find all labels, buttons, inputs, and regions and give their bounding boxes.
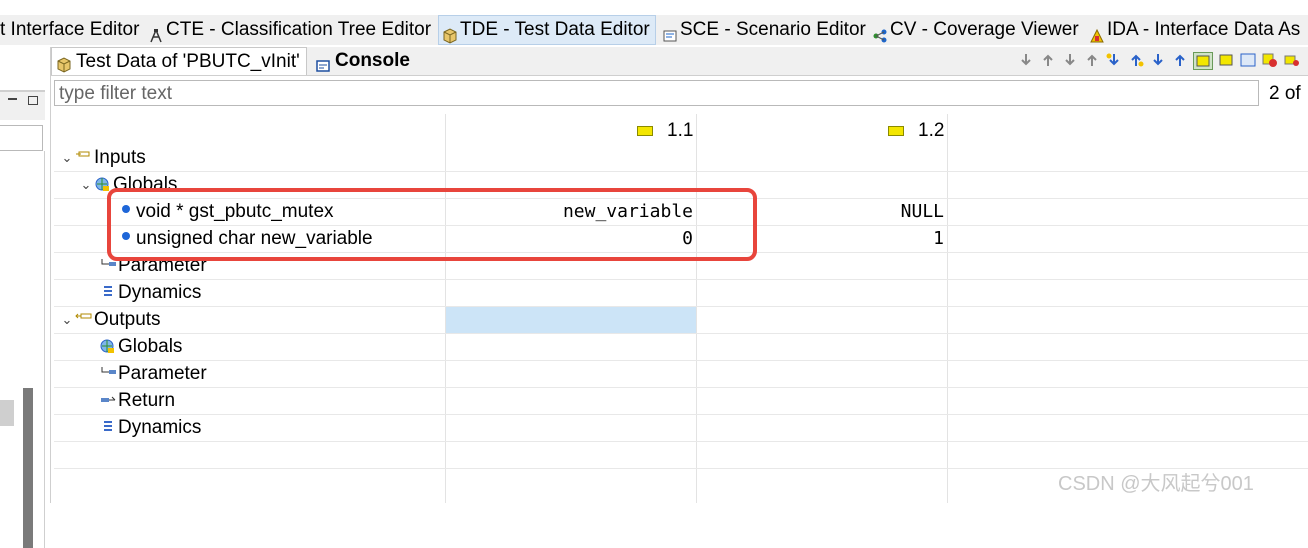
move-up-all-icon[interactable] [1083, 52, 1101, 68]
tab-label: Test Data of 'PBUTC_vInit' [76, 50, 300, 72]
row-separator [54, 414, 1308, 415]
tab-label: Console [335, 49, 410, 71]
expand-down-icon[interactable] [1105, 52, 1123, 68]
row-separator [54, 171, 1308, 172]
tree-item-label: Parameter [118, 363, 207, 384]
column-header-1-1[interactable]: 1.1 [637, 120, 693, 142]
move-up-icon[interactable] [1039, 52, 1057, 68]
perspective-tab-tde[interactable]: TDE - Test Data Editor [438, 15, 656, 45]
tree-item-label: Dynamics [118, 282, 202, 303]
console-icon [316, 54, 330, 72]
perspective-tab-cte[interactable]: CTE - Classification Tree Editor [148, 15, 431, 45]
perspective-tab-sce[interactable]: SCE - Scenario Editor [662, 15, 866, 45]
highlight-annotation-box [107, 188, 757, 261]
tree-item-label: Outputs [94, 309, 161, 330]
row-separator [54, 360, 1308, 361]
tree-item-label: Inputs [94, 147, 146, 168]
row-separator [54, 387, 1308, 388]
expand-up-icon[interactable] [1127, 52, 1145, 68]
left-panel-input[interactable] [0, 125, 43, 151]
layout-row-icon[interactable] [1217, 52, 1235, 68]
left-panel-scroll-marker [0, 400, 14, 426]
filter-count: 2 of [1269, 83, 1301, 104]
perspective-tab-cv[interactable]: CV - Coverage Viewer [872, 15, 1079, 45]
dynamics-icon [99, 419, 117, 437]
layout-table-icon[interactable] [1239, 52, 1257, 68]
tab-test-data[interactable]: Test Data of 'PBUTC_vInit' [51, 47, 307, 75]
delete-all-icon[interactable] [1283, 52, 1301, 68]
chevron-down-icon[interactable]: ⌄ [59, 312, 75, 328]
watermark: CSDN @大风起兮001 [1058, 473, 1254, 495]
perspective-tab-label: t Interface Editor [0, 19, 140, 40]
cte-icon [148, 23, 163, 42]
column-header-label: 1.2 [918, 120, 945, 141]
perspective-tab-ida[interactable]: IDA - Interface Data As [1089, 15, 1300, 45]
move-down-all-icon[interactable] [1061, 52, 1079, 68]
column-header-1-2[interactable]: 1.2 [888, 120, 944, 142]
dynamics-icon [99, 284, 117, 302]
parameter-icon [99, 365, 117, 383]
column-separator [947, 114, 948, 503]
perspective-tab-label: IDA - Interface Data As [1107, 19, 1301, 40]
view-tab-bar: Test Data of 'PBUTC_vInit' Console [51, 47, 1308, 76]
left-panel [0, 45, 45, 548]
selected-cell[interactable] [446, 307, 696, 333]
left-panel-header [0, 92, 45, 120]
delete-testcase-icon[interactable] [1261, 52, 1279, 68]
filter-input[interactable]: type filter text [54, 80, 1259, 106]
minimize-icon[interactable] [8, 98, 17, 100]
ida-icon [1089, 23, 1104, 42]
test-data-icon [56, 54, 72, 73]
chevron-down-icon[interactable]: ⌄ [78, 177, 94, 193]
perspective-tab-label: TDE - Test Data Editor [460, 19, 650, 40]
column-separator [696, 114, 697, 503]
tree-item-outputs-return[interactable]: Return [99, 388, 175, 414]
cv-icon [872, 23, 887, 42]
tree-item-outputs-globals[interactable]: Globals [99, 334, 182, 360]
testcase-chip-icon [888, 126, 904, 136]
left-panel-separator [44, 151, 45, 548]
globals-icon [99, 338, 117, 356]
maximize-icon[interactable] [28, 96, 38, 105]
tree-item-outputs[interactable]: ⌄ Outputs [59, 307, 161, 333]
tree-item-inputs[interactable]: ⌄ Inputs [59, 145, 146, 171]
perspective-tab-label: CTE - Classification Tree Editor [166, 19, 432, 40]
tree-item-outputs-dynamics[interactable]: Dynamics [99, 415, 201, 441]
return-icon [99, 392, 117, 410]
layout-grid-icon[interactable] [1193, 52, 1213, 70]
arrow-up-blue-icon[interactable] [1171, 52, 1189, 68]
perspective-tab-interface-editor[interactable]: t Interface Editor [0, 15, 139, 45]
tde-icon [442, 23, 457, 44]
row-separator [54, 333, 1308, 334]
tree-item-label: Dynamics [118, 417, 202, 438]
sce-icon [662, 23, 677, 41]
test-data-table: 1.1 1.2 ⌄ Inputs ⌄ Globals void * gst_pb… [54, 114, 1308, 503]
view-toolbar [1017, 52, 1301, 70]
tree-item-inputs-dynamics[interactable]: Dynamics [99, 280, 201, 306]
tree-item-label: Globals [118, 336, 183, 357]
row-separator [54, 279, 1308, 280]
test-data-view: Test Data of 'PBUTC_vInit' Console type … [50, 47, 1308, 503]
left-panel-scrollbar[interactable] [23, 388, 33, 548]
tree-item-label: Return [118, 390, 176, 411]
perspective-bar: t Interface Editor CTE - Classification … [0, 15, 1308, 45]
chevron-down-icon[interactable]: ⌄ [59, 150, 75, 166]
perspective-tab-label: CV - Coverage Viewer [890, 19, 1079, 40]
column-header-label: 1.1 [667, 120, 694, 141]
row-separator [54, 441, 1308, 442]
move-down-icon[interactable] [1017, 52, 1035, 68]
tree-item-outputs-parameter[interactable]: Parameter [99, 361, 207, 387]
arrow-down-blue-icon[interactable] [1149, 52, 1167, 68]
inputs-icon [75, 149, 93, 167]
testcase-chip-icon [637, 126, 653, 136]
outputs-icon [75, 311, 93, 329]
tab-console[interactable]: Console [316, 47, 410, 74]
perspective-tab-label: SCE - Scenario Editor [680, 19, 866, 40]
